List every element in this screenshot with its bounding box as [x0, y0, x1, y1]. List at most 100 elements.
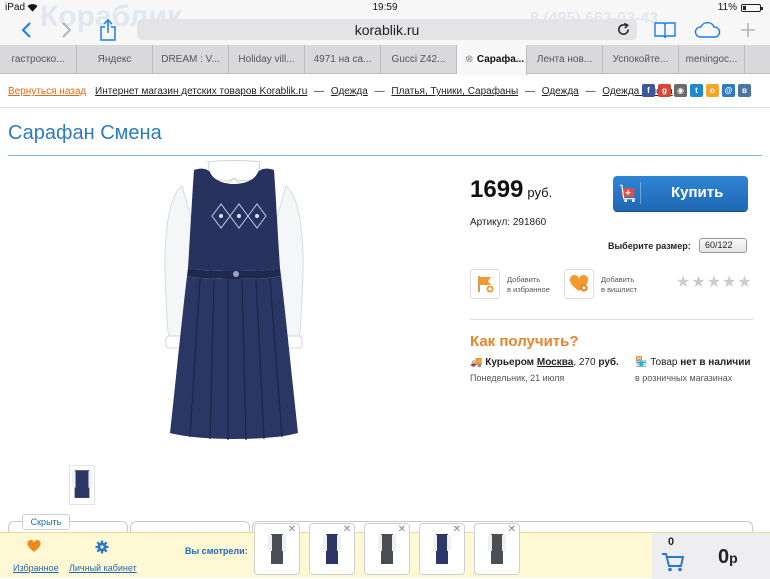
viewed-item[interactable]: ✕ [309, 523, 355, 575]
bookmarks-button[interactable] [653, 19, 677, 41]
tab-label: Gucci Z42... [391, 54, 446, 65]
breadcrumb-clothing[interactable]: Одежда [331, 86, 368, 97]
store-status: нет в наличии [680, 357, 751, 368]
heart-icon[interactable] [27, 540, 41, 553]
size-select[interactable]: 60/122 [699, 238, 747, 253]
tab-label: Яндекс [97, 54, 132, 65]
share-button[interactable] [96, 19, 120, 41]
close-icon[interactable]: ✕ [508, 524, 516, 535]
close-icon[interactable]: ✕ [343, 524, 351, 535]
cart-total-currency: р [729, 550, 738, 566]
cloud-icon [694, 21, 721, 38]
viewed-item[interactable]: ✕ [419, 523, 465, 575]
facebook-icon[interactable]: f [642, 84, 655, 97]
tab-overflow-icon [751, 53, 764, 66]
back-button[interactable] [14, 19, 38, 41]
gear-icon[interactable] [95, 540, 109, 554]
viewed-item-image [433, 534, 451, 564]
rating-stars[interactable]: ★ ★ ★ ★ ★ [676, 275, 752, 291]
cart-icon [662, 553, 685, 572]
heart-gift-icon [564, 269, 594, 299]
tab-10[interactable]: meningoc... [679, 45, 745, 74]
battery-icon [741, 4, 763, 12]
star-icon[interactable]: ★ [737, 275, 751, 291]
close-icon[interactable]: ✕ [288, 524, 296, 535]
buy-button[interactable]: Купить [613, 176, 748, 211]
store-sub: в розничных магазинах [635, 373, 733, 383]
product-sku: Артикул: 291860 [470, 217, 547, 228]
icloud-tabs-button[interactable] [692, 19, 722, 41]
viewed-item-image [378, 534, 396, 564]
tab-9[interactable]: Успокойте... [603, 45, 679, 74]
star-icon[interactable]: ★ [676, 275, 690, 291]
product-image[interactable] [160, 158, 308, 463]
page-content: Вернуться назад Интернет магазин детских… [0, 75, 770, 579]
viewed-item[interactable]: ✕ [364, 523, 410, 575]
tab-overflow[interactable] [745, 45, 770, 74]
favorites-link[interactable]: Избранное [13, 563, 59, 573]
reload-icon[interactable] [616, 22, 631, 37]
social-share-bar: f g ◉ t о @ в [642, 84, 751, 97]
vk-icon[interactable]: в [738, 84, 751, 97]
product-thumbnail[interactable] [69, 465, 95, 505]
account-link[interactable]: Личный кабинет [69, 563, 137, 573]
google-plus-icon[interactable]: g [658, 84, 671, 97]
tab-5[interactable]: 4971 на са... [305, 45, 381, 74]
mail-ru-icon[interactable]: @ [722, 84, 735, 97]
viewed-item-image [488, 534, 506, 564]
price-value: 1699 [470, 176, 524, 203]
divider [0, 107, 770, 108]
forward-button[interactable] [55, 19, 79, 41]
tab-label: 4971 на са... [313, 54, 372, 65]
tab-6[interactable]: Gucci Z42... [381, 45, 457, 74]
tab-2[interactable]: Яндекс [77, 45, 153, 74]
bottom-panel: Избранное Личный кабинет Вы смотрели: ✕ … [0, 523, 770, 579]
price-currency: руб. [527, 185, 553, 200]
camera-icon[interactable]: ◉ [674, 84, 687, 97]
battery-percent: 11% [717, 2, 737, 13]
back-link[interactable]: Вернуться назад [8, 86, 86, 97]
tab-1[interactable]: гастроско... [0, 45, 77, 74]
star-icon[interactable]: ★ [722, 275, 736, 291]
close-icon[interactable]: ✕ [398, 524, 406, 535]
cart-total-value: 0 [718, 546, 730, 568]
odnoklassniki-icon[interactable]: о [706, 84, 719, 97]
address-bar[interactable]: korablik.ru [137, 19, 637, 40]
viewed-item[interactable]: ✕ [254, 523, 300, 575]
tab-4[interactable]: Holiday vill... [229, 45, 305, 74]
tab-close-icon[interactable]: ⊗ [465, 45, 473, 74]
favorites-text-line-2: в избранное [507, 285, 550, 294]
courier-date: Понедельник, 21 июля [470, 373, 565, 383]
breadcrumb-separator: — [314, 86, 325, 97]
plus-icon [741, 23, 755, 37]
courier-currency: руб. [598, 357, 619, 368]
twitter-icon[interactable]: t [690, 84, 703, 97]
breadcrumb-home[interactable]: Интернет магазин детских товаров Korabli… [95, 86, 307, 97]
tab-bar: гастроско... Яндекс DREAM : V... Holiday… [0, 45, 770, 75]
mini-cart[interactable]: 0 0р [652, 533, 770, 579]
star-icon[interactable]: ★ [707, 275, 721, 291]
price: 1699 руб. [470, 176, 552, 204]
tab-7-active[interactable]: ⊗ Сарафа... [457, 45, 527, 75]
store-availability: 🏪 Товар нет в наличии [635, 357, 751, 368]
viewed-item[interactable]: ✕ [474, 523, 520, 575]
truck-icon: 🚚 [470, 357, 483, 368]
tab-label: Успокойте... [612, 54, 669, 65]
hide-panel-button[interactable]: Скрыть [22, 514, 70, 530]
courier-price: , 270 [573, 357, 596, 368]
tab-label: Holiday vill... [238, 54, 295, 65]
breadcrumb-separator: — [585, 86, 596, 97]
flag-icon [470, 269, 500, 299]
breadcrumb-dresses[interactable]: Платья, Туники, Сарафаны [391, 86, 518, 97]
star-icon[interactable]: ★ [691, 275, 705, 291]
courier-city-link[interactable]: Москва [537, 357, 573, 368]
new-tab-button[interactable] [736, 19, 760, 41]
tab-3[interactable]: DREAM : V... [153, 45, 229, 74]
cart-count: 0 [668, 536, 675, 548]
wishlist-text-line-2: в вишлист [601, 285, 638, 294]
tab-8[interactable]: Лента нов... [527, 45, 603, 74]
breadcrumb-clothing-2[interactable]: Одежда [542, 86, 579, 97]
courier-delivery: 🚚 Курьером Москва, 270 руб. [470, 357, 619, 368]
size-label: Выберите размер: [608, 241, 691, 251]
close-icon[interactable]: ✕ [453, 524, 461, 535]
